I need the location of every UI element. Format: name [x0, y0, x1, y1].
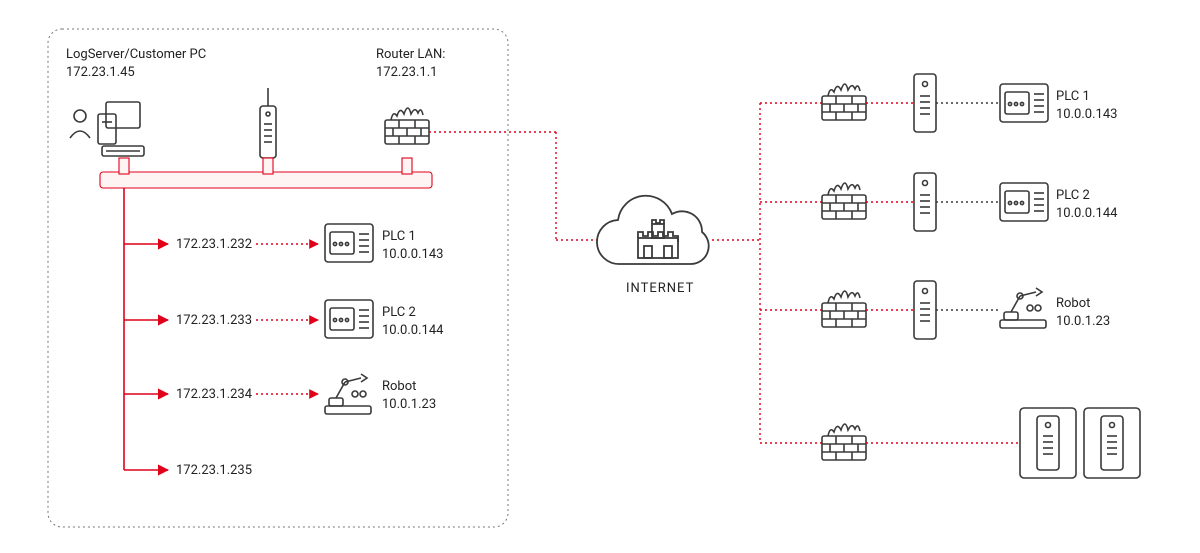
internet-label: INTERNET [626, 280, 694, 298]
firewall-icon-r1 [822, 84, 866, 120]
internet-cloud-icon [597, 196, 709, 264]
firewall-icon-r4 [822, 424, 866, 460]
gateway-pair-icon-2 [1084, 408, 1140, 478]
lan-boundary-box [48, 29, 508, 527]
firewall-icon-r3 [822, 291, 866, 327]
device-right-3: Robot 10.0.1.23 [1056, 295, 1110, 330]
robot-icon-right [1000, 288, 1046, 328]
firewall-icon-lan [385, 108, 429, 144]
plc1-icon-left [325, 224, 373, 262]
router-icon-r2 [914, 173, 936, 231]
router-icon-r3 [914, 281, 936, 339]
router-icon-r1 [914, 74, 936, 132]
gateway-pair-icon [1020, 408, 1076, 478]
plc2-icon-left [325, 300, 373, 338]
plc2-icon-right [1000, 183, 1048, 221]
virtual-ip-4: 172.23.1.235 [176, 462, 252, 480]
device-left-2: PLC 2 10.0.0.144 [382, 304, 443, 339]
lan-bus [100, 172, 432, 188]
virtual-ip-3: 172.23.1.234 [176, 386, 252, 404]
plc1-icon-right [1000, 84, 1048, 122]
user-icon [70, 110, 90, 138]
robot-icon-left [325, 374, 371, 414]
device-right-1: PLC 1 10.0.0.143 [1056, 88, 1117, 123]
device-left-3: Robot 10.0.1.23 [382, 378, 436, 413]
virtual-ip-1: 172.23.1.232 [176, 236, 252, 254]
device-right-2: PLC 2 10.0.0.144 [1056, 187, 1117, 222]
virtual-ip-2: 172.23.1.233 [176, 312, 252, 330]
pc-icon [98, 102, 144, 156]
logserver-label: LogServer/Customer PC 172.23.1.45 [66, 46, 206, 81]
device-left-1: PLC 1 10.0.0.143 [382, 228, 443, 263]
router-lan-label: Router LAN: 172.23.1.1 [376, 46, 445, 81]
router-icon [260, 88, 276, 158]
firewall-icon-r2 [822, 183, 866, 219]
